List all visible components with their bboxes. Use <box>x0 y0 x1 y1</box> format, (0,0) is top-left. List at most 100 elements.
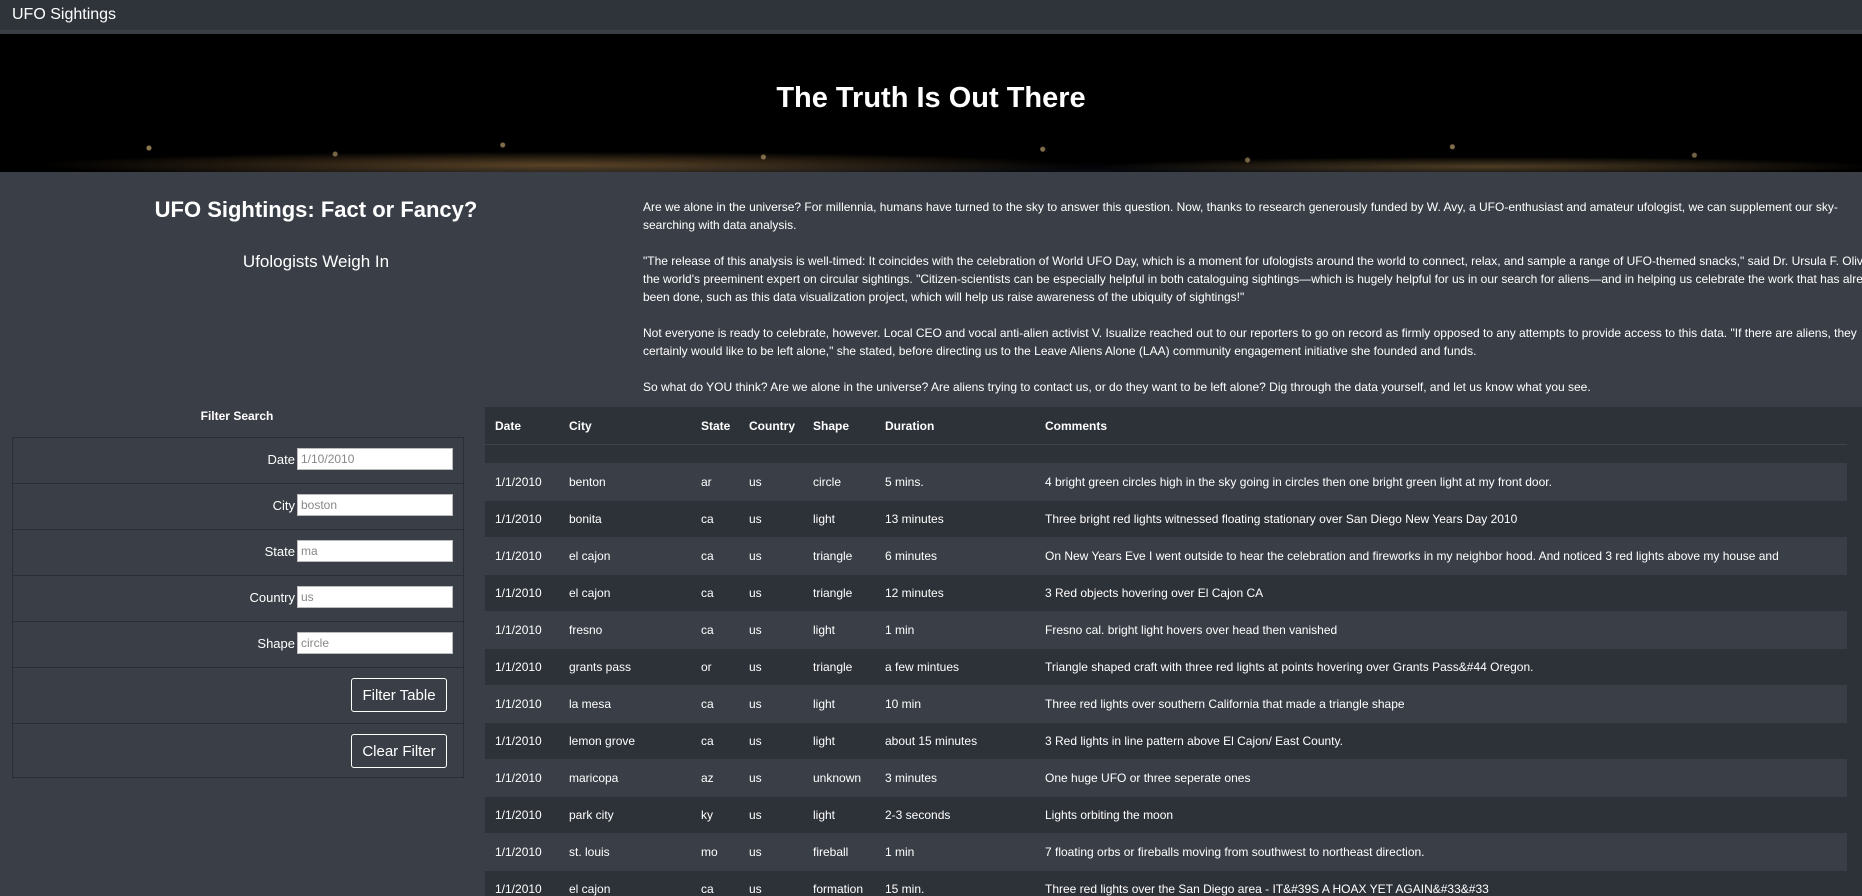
cell-city: st. louis <box>559 833 691 871</box>
cell-comments: Fresno cal. bright light hovers over hea… <box>1035 611 1847 649</box>
cell-city: la mesa <box>559 685 691 723</box>
filter-panel: Date City State Country Shape Filter Tab… <box>12 437 464 778</box>
cell-shape: unknown <box>803 759 875 797</box>
article-text: Are we alone in the universe? For millen… <box>643 198 1862 414</box>
state-input[interactable] <box>297 540 453 562</box>
table-row: 1/1/2010 el cajon ca us triangle 6 minutes On … <box>485 537 1847 575</box>
shape-label: Shape <box>257 636 295 651</box>
hero-title: The Truth Is Out There <box>776 82 1086 114</box>
date-label: Date <box>267 452 295 467</box>
cell-shape: light <box>803 685 875 723</box>
cell-country: us <box>739 722 803 760</box>
filter-row-country: Country <box>13 576 463 622</box>
filter-table-button[interactable]: Filter Table <box>351 678 447 712</box>
column-header-state: State <box>691 407 739 445</box>
filter-title: Filter Search <box>200 409 274 423</box>
table-row: 1/1/2010 maricopa az us unknown 3 minutes One … <box>485 759 1847 797</box>
hero-banner: The Truth Is Out There <box>0 34 1862 172</box>
earth-lights-image <box>0 112 1862 172</box>
country-input[interactable] <box>297 586 453 608</box>
cell-state: ca <box>691 611 739 649</box>
cell-duration: 12 minutes <box>875 574 1035 612</box>
cell-shape: light <box>803 500 875 538</box>
cell-date: 1/1/2010 <box>485 611 559 649</box>
cell-state: ky <box>691 796 739 834</box>
cell-city: park city <box>559 796 691 834</box>
article-paragraph: "The release of this analysis is well-ti… <box>643 254 1862 304</box>
city-input[interactable] <box>297 494 453 516</box>
cell-date: 1/1/2010 <box>485 722 559 760</box>
date-input[interactable] <box>297 448 453 470</box>
cell-shape: triangle <box>803 537 875 575</box>
cell-country: us <box>739 463 803 501</box>
cell-comments: One huge UFO or three seperate ones <box>1035 759 1847 797</box>
navbar: UFO Sightings <box>0 0 1862 30</box>
cell-shape: light <box>803 796 875 834</box>
cell-date: 1/1/2010 <box>485 759 559 797</box>
cell-state: or <box>691 648 739 686</box>
shape-input[interactable] <box>297 632 453 654</box>
table-spacer-row <box>485 444 1847 464</box>
cell-country: us <box>739 648 803 686</box>
cell-country: us <box>739 796 803 834</box>
navbar-brand[interactable]: UFO Sightings <box>12 6 116 24</box>
cell-duration: 10 min <box>875 685 1035 723</box>
cell-date: 1/1/2010 <box>485 870 559 896</box>
article-paragraph: Are we alone in the universe? For millen… <box>643 200 1838 232</box>
filter-row-state: State <box>13 530 463 576</box>
cell-city: bonita <box>559 500 691 538</box>
cell-country: us <box>739 574 803 612</box>
cell-comments: Triangle shaped craft with three red lig… <box>1035 648 1847 686</box>
cell-date: 1/1/2010 <box>485 685 559 723</box>
cell-shape: light <box>803 722 875 760</box>
column-header-comments: Comments <box>1035 407 1847 445</box>
cell-shape: formation <box>803 870 875 896</box>
cell-shape: fireball <box>803 833 875 871</box>
filter-row-submit: Filter Table <box>13 668 463 724</box>
cell-state: ca <box>691 500 739 538</box>
cell-shape: light <box>803 611 875 649</box>
sightings-table-container: Date City State Country Shape Duration C… <box>485 407 1862 896</box>
column-header-shape: Shape <box>803 407 875 445</box>
cell-city: el cajon <box>559 870 691 896</box>
filter-row-date: Date <box>13 438 463 484</box>
clear-filter-button[interactable]: Clear Filter <box>351 734 447 768</box>
cell-city: maricopa <box>559 759 691 797</box>
cell-comments: 4 bright green circles high in the sky g… <box>1035 463 1847 501</box>
table-row: 1/1/2010 park city ky us light 2-3 seconds Lig… <box>485 796 1847 834</box>
cell-country: us <box>739 537 803 575</box>
sightings-table: Date City State Country Shape Duration C… <box>485 407 1847 896</box>
table-row: 1/1/2010 el cajon ca us triangle 12 minutes 3 … <box>485 574 1847 612</box>
cell-country: us <box>739 500 803 538</box>
table-row: 1/1/2010 grants pass or us triangle a few min… <box>485 648 1847 686</box>
cell-country: us <box>739 685 803 723</box>
cell-date: 1/1/2010 <box>485 833 559 871</box>
cell-duration: 13 minutes <box>875 500 1035 538</box>
column-header-country: Country <box>739 407 803 445</box>
cell-comments: 3 Red objects hovering over El Cajon CA <box>1035 574 1847 612</box>
table-header-row: Date City State Country Shape Duration C… <box>485 407 1847 445</box>
cell-duration: 1 min <box>875 833 1035 871</box>
cell-shape: circle <box>803 463 875 501</box>
cell-comments: On New Years Eve I went outside to hear … <box>1035 537 1847 575</box>
cell-date: 1/1/2010 <box>485 463 559 501</box>
cell-comments: Three red lights over the San Diego area… <box>1035 870 1847 896</box>
cell-state: az <box>691 759 739 797</box>
city-label: City <box>272 498 295 513</box>
cell-state: ca <box>691 870 739 896</box>
cell-duration: 1 min <box>875 611 1035 649</box>
cell-city: el cajon <box>559 537 691 575</box>
filter-row-clear: Clear Filter <box>13 724 463 777</box>
cell-state: mo <box>691 833 739 871</box>
article-paragraph: So what do YOU think? Are we alone in th… <box>643 380 1591 394</box>
cell-country: us <box>739 611 803 649</box>
cell-duration: about 15 minutes <box>875 722 1035 760</box>
column-header-city: City <box>559 407 691 445</box>
cell-country: us <box>739 870 803 896</box>
cell-comments: 7 floating orbs or fireballs moving from… <box>1035 833 1847 871</box>
cell-duration: a few mintues <box>875 648 1035 686</box>
table-row: 1/1/2010 fresno ca us light 1 min Fresno cal. … <box>485 611 1847 649</box>
cell-state: ca <box>691 722 739 760</box>
cell-state: ca <box>691 574 739 612</box>
cell-state: ca <box>691 685 739 723</box>
